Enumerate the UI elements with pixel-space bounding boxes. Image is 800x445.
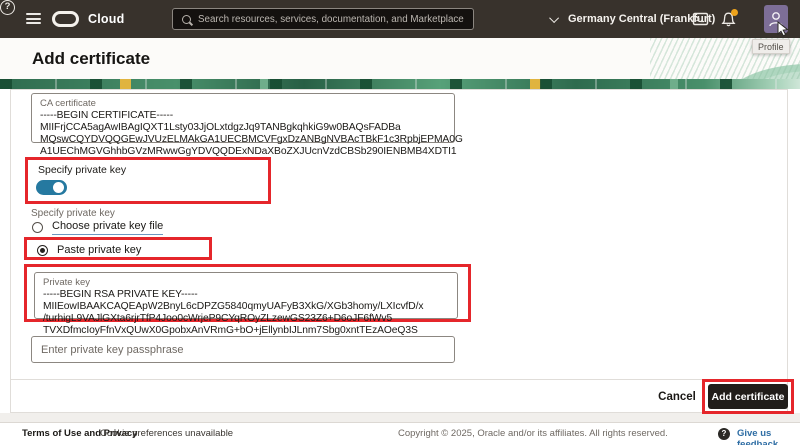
brand-label: Cloud <box>88 0 124 38</box>
private-key-textarea[interactable]: Private key -----BEGIN RSA PRIVATE KEY--… <box>34 272 458 319</box>
ca-certificate-textarea[interactable]: CA certificate -----BEGIN CERTIFICATE---… <box>31 93 455 143</box>
passphrase-input[interactable] <box>31 336 455 363</box>
hamburger-menu-icon[interactable] <box>26 13 41 24</box>
footer-divider <box>11 379 789 380</box>
passphrase-field-wrap <box>31 336 455 363</box>
cancel-button[interactable]: Cancel <box>651 386 703 408</box>
certificate-form-card: CA certificate -----BEGIN CERTIFICATE---… <box>10 89 788 413</box>
toggle-knob <box>53 182 64 193</box>
annotation-box-toggle: Specify private key <box>25 157 271 204</box>
oracle-logo-icon[interactable] <box>52 11 79 27</box>
annotation-box-private-key: Private key -----BEGIN RSA PRIVATE KEY--… <box>24 264 471 322</box>
notifications-bell-icon[interactable] <box>720 11 737 28</box>
page-background-band <box>0 413 800 422</box>
specify-private-key-toggle[interactable] <box>36 180 67 195</box>
radio-paste-label: Paste private key <box>57 244 141 256</box>
help-icon[interactable]: ? <box>0 0 15 15</box>
annotation-box-paste-radio: Paste private key <box>24 237 212 260</box>
decorative-banner-strip <box>0 79 800 89</box>
profile-tooltip: Profile <box>752 39 790 54</box>
feedback-help-icon[interactable]: ? <box>718 428 730 440</box>
region-selector[interactable]: Germany Central (Frankfurt) <box>552 0 715 38</box>
specify-private-key-toggle-label: Specify private key <box>38 164 126 176</box>
notification-badge <box>731 9 738 16</box>
annotation-box-submit <box>702 379 794 414</box>
ca-certificate-label: CA certificate <box>40 98 446 109</box>
private-key-label: Private key <box>43 277 449 288</box>
page-footer: Terms of Use and Privacy Cookie preferen… <box>0 422 800 445</box>
copyright-text: Copyright © 2025, Oracle and/or its affi… <box>398 428 668 439</box>
search-icon <box>182 15 191 24</box>
add-certificate-page: Cloud Germany Central (Frankfurt) ? Prof… <box>0 0 800 445</box>
global-search[interactable] <box>172 8 474 30</box>
radio-choose-file-label: Choose private key file <box>52 220 163 235</box>
radio-paste-private-key[interactable]: Paste private key <box>37 244 141 256</box>
chevron-down-icon <box>549 13 559 23</box>
ca-certificate-value: -----BEGIN CERTIFICATE----- MIIFrjCCA5ag… <box>40 110 446 158</box>
cloud-shell-icon[interactable] <box>692 11 709 28</box>
give-feedback-link[interactable]: Give us feedback <box>737 428 800 445</box>
radio-group-label: Specify private key <box>31 208 115 219</box>
cookie-preferences-text: Cookie preferences unavailable <box>100 428 233 439</box>
radio-selected-icon <box>37 245 48 256</box>
radio-unselected-icon <box>32 222 43 233</box>
radio-choose-private-key-file[interactable]: Choose private key file <box>32 220 163 235</box>
help-glyph: ? <box>5 1 11 12</box>
search-input[interactable] <box>198 14 473 25</box>
private-key-value: -----BEGIN RSA PRIVATE KEY----- MIIEowIB… <box>43 289 449 337</box>
top-navigation-bar: Cloud Germany Central (Frankfurt) ? <box>0 0 800 38</box>
page-title: Add certificate <box>32 49 150 69</box>
